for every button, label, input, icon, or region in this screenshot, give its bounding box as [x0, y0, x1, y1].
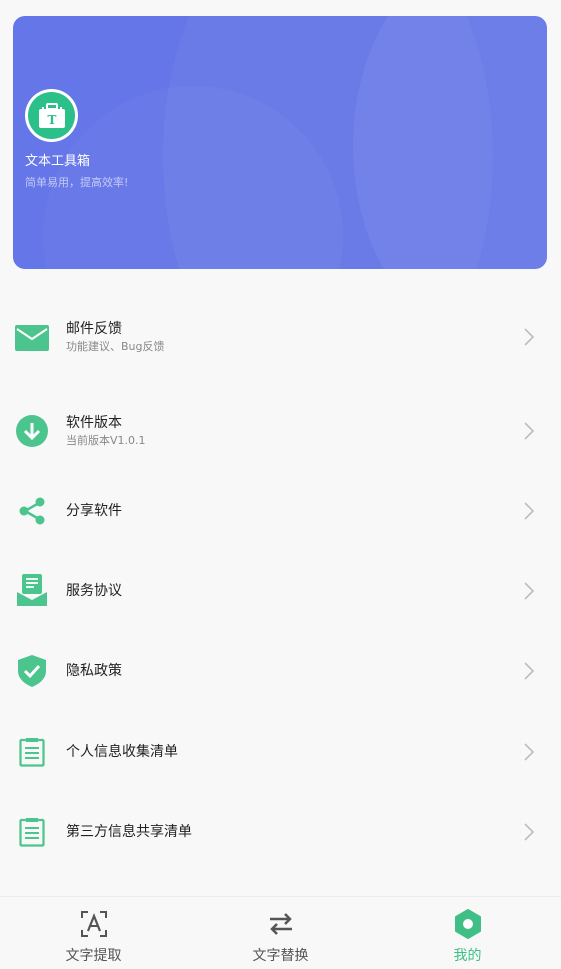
mail-icon: [15, 321, 49, 355]
menu-item-subtitle: 功能建议、Bug反馈: [66, 340, 165, 353]
list-doc-icon: [15, 815, 49, 849]
svg-text:T: T: [47, 113, 56, 127]
nav-label: 我的: [453, 948, 482, 964]
nav-tab-text-extract[interactable]: 文字提取: [0, 897, 187, 969]
profile-page: T 文本工具箱 简单易用，提高效率! 邮件反馈 功能建议、Bug反馈 软件版本 …: [0, 0, 561, 969]
agreement-icon: [15, 573, 49, 607]
chevron-right-icon: [521, 822, 537, 842]
profile-hex-icon: [453, 909, 483, 939]
chevron-right-icon: [521, 742, 537, 762]
menu-item-share[interactable]: 分享软件: [0, 491, 561, 531]
menu-item-title: 个人信息收集清单: [66, 744, 178, 760]
menu-item-service-agreement[interactable]: 服务协议: [0, 571, 561, 611]
app-slogan: 简单易用，提高效率!: [25, 176, 129, 189]
nav-label: 文字替换: [252, 948, 309, 964]
menu-item-third-party-list[interactable]: 第三方信息共享清单: [0, 812, 561, 852]
toolbox-icon: T: [28, 92, 75, 139]
download-icon: [15, 414, 49, 448]
menu-item-title: 第三方信息共享清单: [66, 824, 192, 840]
app-logo: T: [25, 89, 78, 142]
profile-header-card: T 文本工具箱 简单易用，提高效率!: [13, 16, 547, 269]
decorative-shape: [353, 16, 547, 269]
chevron-right-icon: [521, 501, 537, 521]
chevron-right-icon: [521, 421, 537, 441]
share-icon: [15, 494, 49, 528]
chevron-right-icon: [521, 581, 537, 601]
app-name: 文本工具箱: [25, 154, 91, 169]
nav-tab-text-replace[interactable]: 文字替换: [187, 897, 374, 969]
shield-check-icon: [15, 654, 49, 688]
menu-item-privacy-policy[interactable]: 隐私政策: [0, 651, 561, 691]
nav-label: 文字提取: [65, 948, 122, 964]
text-extract-icon: [79, 909, 109, 939]
menu-item-title: 邮件反馈: [66, 321, 122, 337]
menu-item-title: 隐私政策: [66, 663, 122, 679]
menu-item-title: 分享软件: [66, 503, 122, 519]
chevron-right-icon: [521, 661, 537, 681]
bottom-nav: 文字提取 文字替换 我的: [0, 896, 561, 969]
menu-item-title: 软件版本: [66, 415, 122, 431]
nav-tab-mine[interactable]: 我的: [374, 897, 561, 969]
menu-item-version[interactable]: 软件版本 当前版本V1.0.1: [0, 403, 561, 459]
menu-item-subtitle: 当前版本V1.0.1: [66, 434, 146, 447]
chevron-right-icon: [521, 327, 537, 347]
list-doc-icon: [15, 735, 49, 769]
swap-icon: [266, 909, 296, 939]
menu-item-mail-feedback[interactable]: 邮件反馈 功能建议、Bug反馈: [0, 309, 561, 365]
menu-item-title: 服务协议: [66, 583, 122, 599]
menu-item-personal-info-list[interactable]: 个人信息收集清单: [0, 732, 561, 772]
